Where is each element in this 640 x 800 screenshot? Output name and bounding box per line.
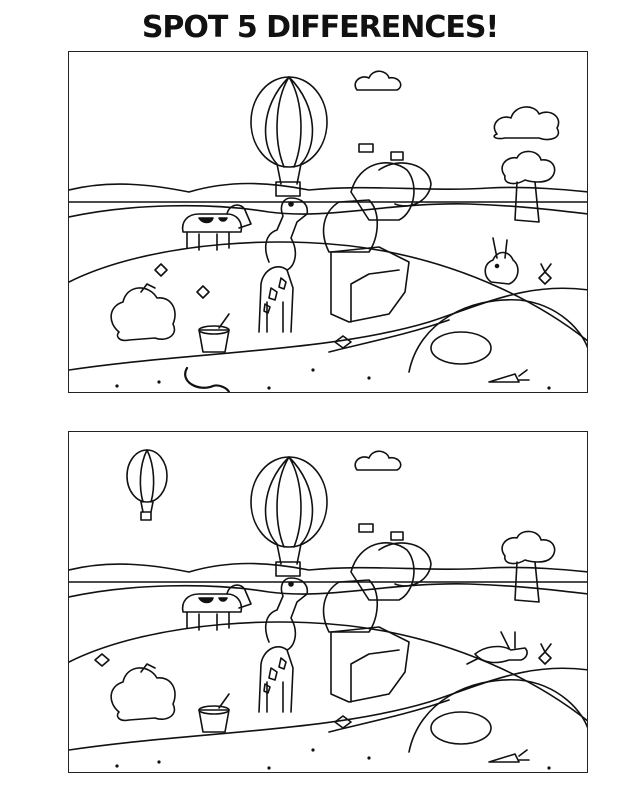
- scene-panel-top[interactable]: [68, 51, 588, 393]
- distant-hills: [69, 564, 588, 573]
- carrot: [489, 370, 529, 382]
- giraffe: [259, 198, 307, 332]
- paint-bucket: [199, 694, 229, 732]
- giraffe: [259, 578, 307, 712]
- ground-line: [69, 584, 588, 597]
- castle-blocks: [324, 524, 431, 702]
- bush-left: [111, 664, 175, 720]
- rabbit: [485, 238, 518, 284]
- rabbit-hole: [431, 332, 491, 364]
- page-title: SPOT 5 DIFFERENCES!: [141, 10, 499, 45]
- distant-hills: [69, 184, 588, 193]
- worm: [185, 368, 229, 392]
- carrot: [489, 750, 529, 762]
- pebbles: [115, 748, 551, 770]
- cloud-small: [355, 71, 401, 90]
- cloud-right: [494, 107, 558, 140]
- flower-path: [335, 336, 351, 348]
- big-hot-air-balloon: [251, 77, 327, 196]
- main-hill: [69, 622, 588, 722]
- scene-panel-bottom[interactable]: [68, 431, 588, 773]
- rabbit-leaping: [467, 632, 527, 664]
- ground-line: [69, 204, 588, 217]
- main-hill: [69, 242, 588, 342]
- bush-flower-2: [197, 286, 209, 298]
- big-hot-air-balloon: [251, 457, 327, 576]
- bush-left: [111, 284, 175, 340]
- flower-right: [539, 644, 551, 664]
- small-hot-air-balloon: [127, 450, 167, 520]
- mound: [409, 680, 588, 752]
- mound: [409, 300, 588, 372]
- bush-flower-1: [155, 264, 167, 276]
- bush-flower-1: [95, 654, 109, 666]
- paint-bucket: [199, 314, 229, 352]
- flower-right: [539, 264, 551, 284]
- castle-blocks: [324, 144, 431, 322]
- flower-path: [335, 716, 351, 728]
- cloud-center: [355, 451, 401, 470]
- rabbit-hole: [431, 712, 491, 744]
- pebbles: [115, 368, 551, 390]
